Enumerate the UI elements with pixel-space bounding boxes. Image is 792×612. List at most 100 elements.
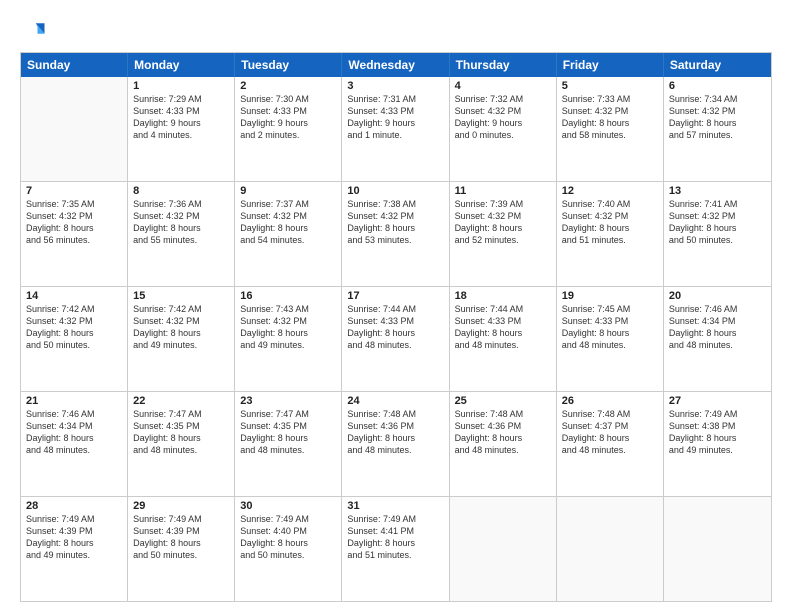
day-number: 25: [455, 395, 551, 407]
day-number: 19: [562, 290, 658, 302]
cell-line: and 48 minutes.: [455, 444, 551, 456]
day-number: 17: [347, 290, 443, 302]
cell-line: and 58 minutes.: [562, 129, 658, 141]
cell-line: and 50 minutes.: [669, 234, 766, 246]
day-cell-24: 24Sunrise: 7:48 AMSunset: 4:36 PMDayligh…: [342, 392, 449, 496]
cell-line: Sunset: 4:32 PM: [669, 105, 766, 117]
cell-line: Daylight: 8 hours: [133, 432, 229, 444]
cell-line: Daylight: 8 hours: [562, 432, 658, 444]
day-number: 8: [133, 185, 229, 197]
cell-line: Sunrise: 7:49 AM: [669, 408, 766, 420]
day-number: 12: [562, 185, 658, 197]
cell-line: and 56 minutes.: [26, 234, 122, 246]
day-cell-26: 26Sunrise: 7:48 AMSunset: 4:37 PMDayligh…: [557, 392, 664, 496]
day-cell-18: 18Sunrise: 7:44 AMSunset: 4:33 PMDayligh…: [450, 287, 557, 391]
cell-line: Sunset: 4:32 PM: [240, 210, 336, 222]
header-day-tuesday: Tuesday: [235, 53, 342, 77]
day-cell-27: 27Sunrise: 7:49 AMSunset: 4:38 PMDayligh…: [664, 392, 771, 496]
cell-line: and 50 minutes.: [240, 549, 336, 561]
cell-line: and 50 minutes.: [133, 549, 229, 561]
day-cell-22: 22Sunrise: 7:47 AMSunset: 4:35 PMDayligh…: [128, 392, 235, 496]
cell-line: Sunrise: 7:36 AM: [133, 198, 229, 210]
day-number: 15: [133, 290, 229, 302]
calendar-row-1: 7Sunrise: 7:35 AMSunset: 4:32 PMDaylight…: [21, 181, 771, 286]
cell-line: Sunset: 4:32 PM: [26, 315, 122, 327]
cell-line: Sunset: 4:40 PM: [240, 525, 336, 537]
cell-line: Daylight: 8 hours: [669, 327, 766, 339]
cell-line: Sunset: 4:39 PM: [26, 525, 122, 537]
day-cell-29: 29Sunrise: 7:49 AMSunset: 4:39 PMDayligh…: [128, 497, 235, 601]
day-cell-31: 31Sunrise: 7:49 AMSunset: 4:41 PMDayligh…: [342, 497, 449, 601]
cell-line: Daylight: 9 hours: [240, 117, 336, 129]
cell-line: Sunset: 4:33 PM: [347, 315, 443, 327]
calendar-body: 1Sunrise: 7:29 AMSunset: 4:33 PMDaylight…: [21, 77, 771, 601]
day-cell-19: 19Sunrise: 7:45 AMSunset: 4:33 PMDayligh…: [557, 287, 664, 391]
cell-line: and 0 minutes.: [455, 129, 551, 141]
cell-line: Daylight: 8 hours: [347, 327, 443, 339]
cell-line: and 48 minutes.: [455, 339, 551, 351]
cell-line: Sunset: 4:32 PM: [133, 210, 229, 222]
cell-line: Sunrise: 7:31 AM: [347, 93, 443, 105]
day-cell-28: 28Sunrise: 7:49 AMSunset: 4:39 PMDayligh…: [21, 497, 128, 601]
day-cell-15: 15Sunrise: 7:42 AMSunset: 4:32 PMDayligh…: [128, 287, 235, 391]
cell-line: Daylight: 8 hours: [347, 537, 443, 549]
cell-line: Sunrise: 7:41 AM: [669, 198, 766, 210]
cell-line: Daylight: 8 hours: [240, 222, 336, 234]
cell-line: and 2 minutes.: [240, 129, 336, 141]
cell-line: Sunrise: 7:39 AM: [455, 198, 551, 210]
cell-line: Sunset: 4:33 PM: [133, 105, 229, 117]
calendar-row-4: 28Sunrise: 7:49 AMSunset: 4:39 PMDayligh…: [21, 496, 771, 601]
day-cell-6: 6Sunrise: 7:34 AMSunset: 4:32 PMDaylight…: [664, 77, 771, 181]
cell-line: and 48 minutes.: [26, 444, 122, 456]
cell-line: and 54 minutes.: [240, 234, 336, 246]
cell-line: Sunset: 4:36 PM: [455, 420, 551, 432]
day-number: 26: [562, 395, 658, 407]
calendar: SundayMondayTuesdayWednesdayThursdayFrid…: [20, 52, 772, 602]
cell-line: Daylight: 8 hours: [455, 327, 551, 339]
day-cell-4: 4Sunrise: 7:32 AMSunset: 4:32 PMDaylight…: [450, 77, 557, 181]
cell-line: Sunrise: 7:33 AM: [562, 93, 658, 105]
header-day-sunday: Sunday: [21, 53, 128, 77]
cell-line: Sunset: 4:37 PM: [562, 420, 658, 432]
header: [20, 18, 772, 46]
cell-line: Daylight: 8 hours: [669, 432, 766, 444]
cell-line: Daylight: 8 hours: [455, 222, 551, 234]
header-day-monday: Monday: [128, 53, 235, 77]
day-number: 1: [133, 80, 229, 92]
cell-line: Sunset: 4:32 PM: [562, 210, 658, 222]
cell-line: Daylight: 8 hours: [669, 117, 766, 129]
cell-line: and 4 minutes.: [133, 129, 229, 141]
day-cell-8: 8Sunrise: 7:36 AMSunset: 4:32 PMDaylight…: [128, 182, 235, 286]
cell-line: Daylight: 8 hours: [562, 117, 658, 129]
cell-line: and 51 minutes.: [562, 234, 658, 246]
empty-cell: [450, 497, 557, 601]
cell-line: and 57 minutes.: [669, 129, 766, 141]
cell-line: Sunrise: 7:35 AM: [26, 198, 122, 210]
cell-line: Daylight: 8 hours: [133, 537, 229, 549]
cell-line: Daylight: 9 hours: [455, 117, 551, 129]
cell-line: Sunset: 4:32 PM: [133, 315, 229, 327]
cell-line: Sunset: 4:32 PM: [455, 210, 551, 222]
day-number: 22: [133, 395, 229, 407]
day-number: 23: [240, 395, 336, 407]
cell-line: and 55 minutes.: [133, 234, 229, 246]
cell-line: Sunset: 4:35 PM: [133, 420, 229, 432]
cell-line: Sunrise: 7:45 AM: [562, 303, 658, 315]
cell-line: and 48 minutes.: [347, 339, 443, 351]
day-number: 20: [669, 290, 766, 302]
day-cell-21: 21Sunrise: 7:46 AMSunset: 4:34 PMDayligh…: [21, 392, 128, 496]
cell-line: and 50 minutes.: [26, 339, 122, 351]
empty-cell: [21, 77, 128, 181]
cell-line: Sunset: 4:32 PM: [347, 210, 443, 222]
cell-line: and 49 minutes.: [26, 549, 122, 561]
cell-line: Sunrise: 7:47 AM: [133, 408, 229, 420]
cell-line: Daylight: 8 hours: [669, 222, 766, 234]
cell-line: Sunrise: 7:38 AM: [347, 198, 443, 210]
cell-line: Sunrise: 7:34 AM: [669, 93, 766, 105]
day-number: 10: [347, 185, 443, 197]
cell-line: Sunset: 4:33 PM: [347, 105, 443, 117]
cell-line: Daylight: 8 hours: [26, 432, 122, 444]
cell-line: Daylight: 8 hours: [562, 327, 658, 339]
page: SundayMondayTuesdayWednesdayThursdayFrid…: [0, 0, 792, 612]
cell-line: Daylight: 8 hours: [26, 537, 122, 549]
